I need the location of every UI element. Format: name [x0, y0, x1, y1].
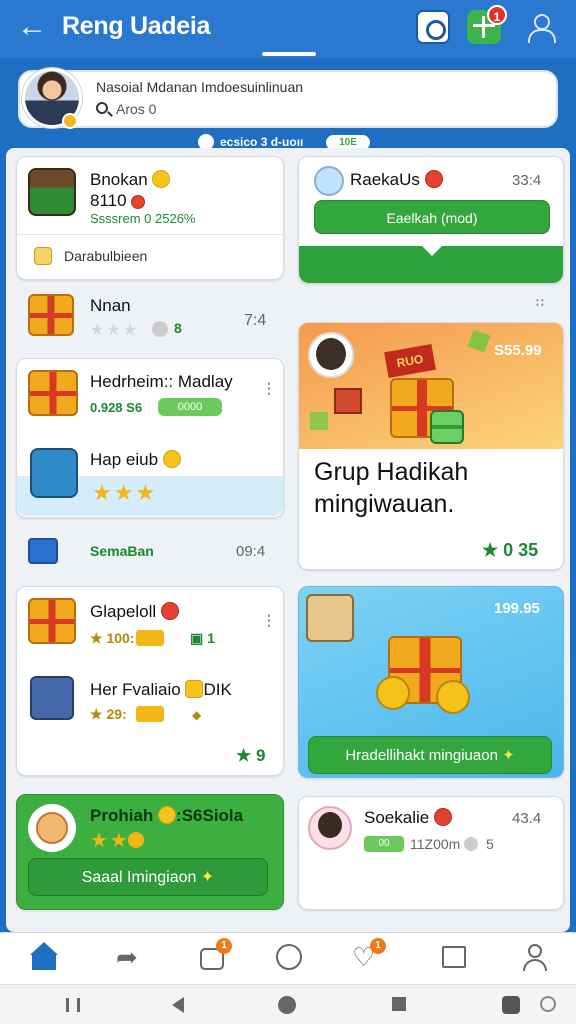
home-icon[interactable]: [30, 942, 60, 972]
promo-title-1: Grup Hadikah: [314, 458, 469, 486]
share-icon[interactable]: ➦: [116, 942, 146, 972]
item-title: Her Fvaliaio DIK: [90, 680, 232, 699]
rating-stars-icon: ★★★: [90, 322, 140, 339]
more-options-icon[interactable]: ⋮: [262, 380, 276, 397]
more-options-icon[interactable]: ∷: [536, 296, 544, 310]
app-title: Reng Uadeia: [62, 12, 211, 40]
person-icon: [316, 338, 346, 370]
recents-icon[interactable]: [66, 998, 80, 1012]
active-tab-indicator: [262, 52, 316, 56]
game-machine-icon: [30, 448, 78, 498]
star-count: ★ 9: [236, 746, 266, 765]
avatar-square: [306, 594, 354, 642]
promo-price: S55.99: [494, 342, 542, 359]
row-count: 8: [174, 320, 182, 336]
promo-title-2: mingiwauan.: [314, 490, 455, 518]
green-gift-icon: [430, 410, 464, 444]
coin-icon: [436, 680, 470, 714]
smiley-icon: [36, 812, 68, 844]
back-arrow-icon[interactable]: ←: [14, 10, 50, 46]
mod-button[interactable]: Eaelkah (mod): [314, 200, 550, 234]
card-title: Bnokan: [90, 170, 171, 190]
item-stars: ★ 100:: [90, 630, 135, 646]
coin-icon: [128, 832, 144, 848]
row-time: 7:4: [244, 312, 267, 329]
value-pill: 0000: [158, 398, 222, 416]
card-time: 33:4: [512, 172, 542, 189]
avatar-badge-icon: [62, 113, 78, 129]
promo-button[interactable]: Hradellihakt mingiuaon ✦: [308, 736, 552, 774]
profile-name: Nasoial Mdanan Imdoesuinlinuan: [96, 79, 304, 95]
item-value: 0.928 S6: [90, 400, 143, 415]
rating-stars-icon: ★★: [90, 830, 130, 852]
diamond-icon: ◆: [192, 708, 202, 722]
item-title: Hap eiub: [90, 450, 181, 470]
card-count: 5: [486, 836, 494, 852]
promo-price: 199.95: [494, 600, 540, 617]
value-pill: [136, 630, 164, 646]
coin-icon: [152, 321, 168, 337]
card-title: RaekaUs: [350, 170, 443, 190]
mail-icon[interactable]: [440, 942, 470, 972]
value-pill: 00: [364, 836, 404, 852]
home-nav-icon[interactable]: [278, 996, 296, 1014]
camera-icon[interactable]: [416, 10, 450, 44]
avatar-small: [314, 166, 344, 196]
back-nav-icon[interactable]: [172, 997, 184, 1013]
search-input[interactable]: Aros 0: [116, 101, 156, 117]
search-icon: [96, 102, 108, 114]
green-cube-icon: [310, 412, 328, 430]
nav-badge: 1: [216, 938, 232, 954]
screenshot-icon[interactable]: [502, 996, 520, 1014]
user-icon[interactable]: [524, 10, 558, 44]
gift-box-icon: [28, 294, 74, 336]
more-options-icon[interactable]: ⋮: [262, 612, 276, 629]
clock-icon[interactable]: [274, 942, 304, 972]
settings-icon[interactable]: [540, 996, 556, 1012]
pointer-icon: [422, 246, 442, 256]
item-title: Hedrheim:: Madlay: [90, 372, 233, 391]
coin-icon: [376, 676, 410, 710]
row-time: 09:4: [236, 543, 266, 560]
row-title: SemaBan: [90, 543, 154, 559]
promo-button[interactable]: Saaal Imingiaon ✦: [28, 858, 268, 896]
game-thumbnail: [28, 168, 76, 216]
rating-stars-icon: ★★★: [92, 480, 158, 505]
divider: [17, 234, 283, 235]
value-pill: [136, 706, 164, 722]
notification-badge: 1: [487, 5, 507, 25]
row-title: Nnan: [90, 296, 131, 315]
card-title: Soekalie: [364, 808, 452, 828]
gift-box-icon: [28, 598, 76, 644]
red-cube-icon: [334, 388, 362, 414]
card-footer: Darabulbieen: [64, 248, 148, 264]
card-value: 11Z00m: [410, 836, 461, 852]
gift-box-icon: [28, 370, 78, 416]
promo-title: Prohiah :S6Siola: [90, 806, 244, 825]
promo-count: ★ 0 35: [482, 540, 539, 560]
nav-badge: 1: [370, 938, 386, 954]
badge-icon: [34, 247, 52, 265]
square-nav-icon[interactable]: [392, 997, 406, 1011]
item-stars: ★ 29:: [90, 706, 127, 722]
card-stats: Ssssrem 0 2526%: [90, 211, 196, 226]
profile-icon[interactable]: [520, 942, 550, 972]
card-subtitle: 8110: [90, 191, 146, 211]
treasure-box-icon: [30, 676, 74, 720]
item-title: Glapeloll: [90, 602, 179, 622]
status-text: ecsico 3 d-uoıı: [220, 135, 304, 149]
calendar-icon: [28, 538, 58, 564]
coin-icon: [464, 837, 478, 851]
item-pill-count: ▣ 1: [190, 630, 215, 646]
person-icon: [318, 812, 342, 838]
card-time: 43.4: [512, 810, 542, 827]
